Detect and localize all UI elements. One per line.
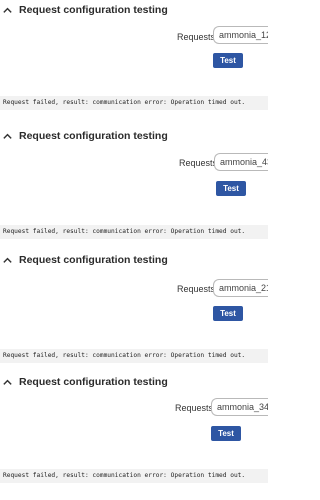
test-button[interactable]: Test <box>211 426 241 441</box>
requests-label: Requests <box>175 403 214 413</box>
panel-title: Request configuration testing <box>19 376 168 388</box>
panel-header[interactable]: Request configuration testing <box>2 376 168 388</box>
request-config-panel-4: Request configuration testing Requests a… <box>0 0 268 500</box>
result-message: Request failed, result: communication er… <box>0 469 268 483</box>
chevron-up-icon[interactable] <box>2 377 13 388</box>
requests-input[interactable]: ammonia_3412 <box>211 398 268 416</box>
